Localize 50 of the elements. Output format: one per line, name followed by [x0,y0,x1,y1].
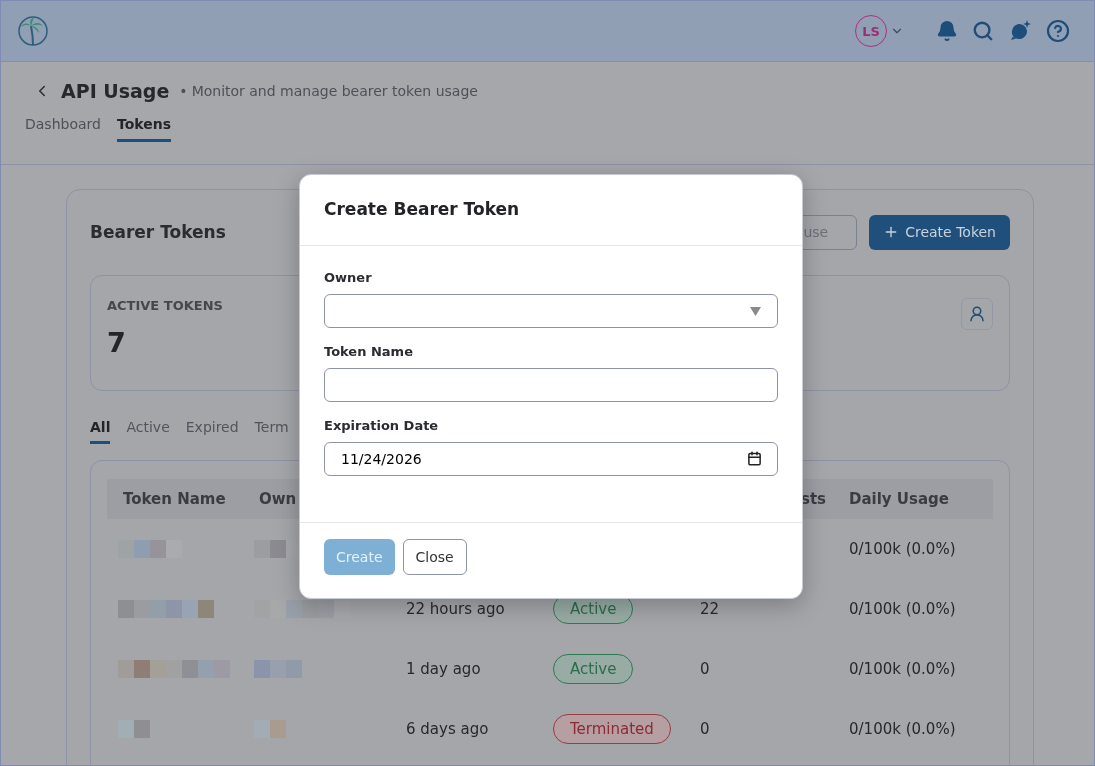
filter-tab[interactable]: Term [254,419,289,444]
page-tab[interactable]: Dashboard [25,116,101,142]
dropdown-triangle-icon [750,306,761,316]
status-badge: Terminated [553,714,671,744]
table-cell-text: 0/100k (0.0%) [848,600,957,618]
create-token-button[interactable]: Create Token [869,214,1010,250]
palm-tree-logo [17,15,49,47]
stat-value: 7 [107,327,127,358]
column-header: Own [258,490,298,508]
redacted-pixel-block [254,660,302,678]
filter-tab[interactable]: Active [126,419,170,444]
notification-bell-icon[interactable] [936,20,958,42]
help-icon[interactable] [1046,19,1070,43]
page-title: API Usage [61,80,170,102]
chat-sparkle-icon[interactable] [1008,19,1032,43]
date-field[interactable]: 11/24/2026 [324,442,778,476]
field-label: Token Name [324,344,414,359]
stat-label: ACTIVE TOKENS [107,298,223,313]
table-cell-text: 0/100k (0.0%) [848,540,957,558]
filter-tab[interactable]: Expired [185,419,239,444]
search-icon[interactable] [972,20,994,42]
column-header: Daily Usage [848,490,950,508]
field-label: Owner [324,270,373,285]
table-cell-text: 0 [699,660,711,678]
column-header: sts [799,490,827,508]
owner-select[interactable] [324,294,778,328]
filter-tab[interactable]: All [90,419,111,444]
token-name-field[interactable] [324,368,778,402]
dialog-title: Create Bearer Token [324,199,521,219]
table-cell-text: 1 day ago [405,660,482,678]
page-tab[interactable]: Tokens [116,116,171,142]
table-cell-text: 22 [699,600,721,618]
calendar-icon[interactable] [747,451,762,466]
table-cell-text: 0 [699,720,711,738]
table-cell-text: 6 days ago [405,720,490,738]
page-subtitle: Monitor and manage bearer token usage [191,83,478,99]
card-title: Bearer Tokens [90,222,227,242]
field-label: Expiration Date [324,418,440,433]
table-cell-text: 22 hours ago [405,600,506,618]
person-icon [968,305,986,323]
redacted-pixel-block [118,720,150,738]
redacted-pixel-block [118,540,182,558]
column-header: Token Name [122,490,227,508]
redacted-pixel-block [254,720,286,738]
table-cell-text: 0/100k (0.0%) [848,660,957,678]
table-cell-text: 0/100k (0.0%) [848,720,957,738]
person-icon-button[interactable] [961,298,993,330]
separator-dot: • [179,83,188,99]
status-badge: Active [553,654,634,684]
close-button[interactable]: Close [402,539,467,575]
